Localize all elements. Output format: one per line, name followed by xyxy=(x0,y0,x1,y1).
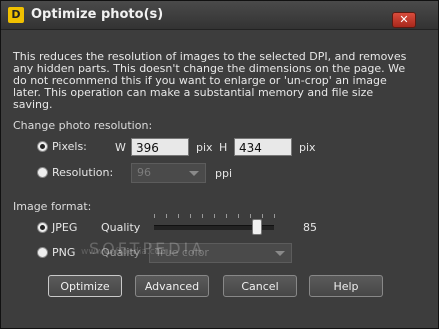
jpeg-label: JPEG xyxy=(52,221,78,234)
slider-tick xyxy=(274,214,275,218)
jpeg-quality-slider-thumb[interactable] xyxy=(252,219,262,235)
chevron-down-icon xyxy=(275,251,285,256)
dialog-window: D Optimize photo(s) ✕ This reduces the r… xyxy=(0,0,439,329)
height-unit: pix xyxy=(299,141,316,154)
title-bar[interactable]: D Optimize photo(s) ✕ xyxy=(1,1,438,30)
width-input[interactable]: 396 xyxy=(131,138,189,156)
format-section-title: Image format: xyxy=(13,200,92,213)
resolution-label: Resolution: xyxy=(52,166,114,179)
close-button[interactable]: ✕ xyxy=(392,12,416,28)
slider-tick xyxy=(154,214,155,218)
slider-tick xyxy=(250,214,251,218)
description-text: This reduces the resolution of images to… xyxy=(13,50,407,111)
slider-tick xyxy=(226,214,227,218)
resolution-unit: ppi xyxy=(215,167,233,180)
jpeg-radio[interactable] xyxy=(37,222,48,233)
width-unit: pix xyxy=(196,141,213,154)
pixels-radio[interactable] xyxy=(37,141,48,152)
jpeg-quality-label: Quality xyxy=(101,221,141,234)
resolution-section-title: Change photo resolution: xyxy=(13,119,153,132)
resolution-radio[interactable] xyxy=(37,167,48,178)
height-input[interactable]: 434 xyxy=(234,138,292,156)
advanced-button[interactable]: Advanced xyxy=(135,275,209,297)
app-icon: D xyxy=(8,7,24,23)
resolution-select-value: 96 xyxy=(137,166,151,179)
png-quality-select-value: True color xyxy=(155,246,209,259)
png-label: PNG xyxy=(52,246,76,259)
slider-tick xyxy=(262,214,263,218)
slider-tick xyxy=(166,214,167,218)
slider-tick xyxy=(214,214,215,218)
width-label: W xyxy=(115,141,126,154)
png-quality-label: Quality xyxy=(101,246,141,259)
dialog-title: Optimize photo(s) xyxy=(31,7,164,22)
pixels-label: Pixels: xyxy=(52,140,87,153)
slider-tick xyxy=(202,214,203,218)
png-quality-select[interactable]: True color xyxy=(149,243,292,263)
optimize-button[interactable]: Optimize xyxy=(48,275,122,297)
png-radio[interactable] xyxy=(37,247,48,258)
slider-tick xyxy=(238,214,239,218)
chevron-down-icon xyxy=(189,171,199,176)
slider-tick xyxy=(178,214,179,218)
slider-tick xyxy=(190,214,191,218)
jpeg-quality-value: 85 xyxy=(303,221,317,234)
height-label: H xyxy=(219,141,228,154)
help-button[interactable]: Help xyxy=(309,275,383,297)
resolution-select[interactable]: 96 xyxy=(131,163,206,183)
cancel-button[interactable]: Cancel xyxy=(223,275,297,297)
